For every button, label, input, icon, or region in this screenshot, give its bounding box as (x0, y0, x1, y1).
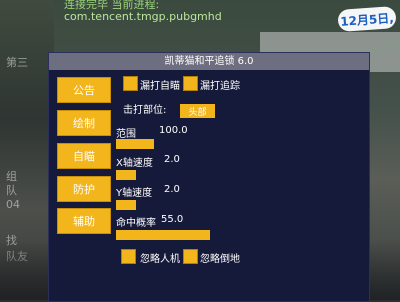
ignore-bot-label: 忽略人机 (140, 254, 180, 265)
hud-text: 第三 (6, 56, 28, 69)
y-speed-slider[interactable] (116, 200, 136, 210)
ignore-down-label: 忽略倒地 (200, 254, 240, 265)
y-speed-value: 2.0 (164, 184, 180, 195)
hit-rate-slider[interactable] (116, 230, 210, 240)
tab-aim[interactable]: 自瞄 (57, 143, 111, 169)
hud-text: 04 (6, 198, 20, 211)
cheat-menu-panel: 凯蒂猫和平追锁 6.0 公告 绘制 自瞄 防护 辅助 漏打自瞄 漏打追踪 击打部… (48, 52, 370, 302)
ignore-bot-checkbox[interactable] (121, 249, 136, 264)
process-text: com.tencent.tmgp.pubgmhd (64, 10, 222, 23)
y-speed-label: Y轴速度 (116, 188, 153, 199)
ignore-down-checkbox[interactable] (183, 249, 198, 264)
x-speed-value: 2.0 (164, 154, 180, 165)
hit-rate-label: 命中概率 (116, 218, 156, 229)
aim-bot-checkbox[interactable] (123, 76, 138, 91)
date-badge: 12月5日, (337, 6, 397, 32)
aim-track-checkbox[interactable] (183, 76, 198, 91)
range-label: 范围 (116, 129, 136, 140)
hit-rate-value: 55.0 (161, 214, 184, 225)
hud-text: 队 (6, 184, 17, 197)
aim-bot-label: 漏打自瞄 (140, 81, 180, 92)
tab-draw[interactable]: 绘制 (57, 110, 111, 136)
aim-part-dropdown[interactable]: 头部 (180, 104, 215, 118)
tab-announcement[interactable]: 公告 (57, 77, 111, 103)
tab-protection[interactable]: 防护 (57, 176, 111, 202)
x-speed-slider[interactable] (116, 170, 136, 180)
x-speed-label: X轴速度 (116, 158, 153, 169)
range-value: 100.0 (159, 125, 188, 136)
aim-track-label: 漏打追踪 (200, 81, 240, 92)
range-slider[interactable] (116, 139, 154, 149)
aim-part-label: 击打部位: (123, 105, 167, 116)
tab-assist[interactable]: 辅助 (57, 208, 111, 234)
panel-title[interactable]: 凯蒂猫和平追锁 6.0 (49, 53, 369, 70)
